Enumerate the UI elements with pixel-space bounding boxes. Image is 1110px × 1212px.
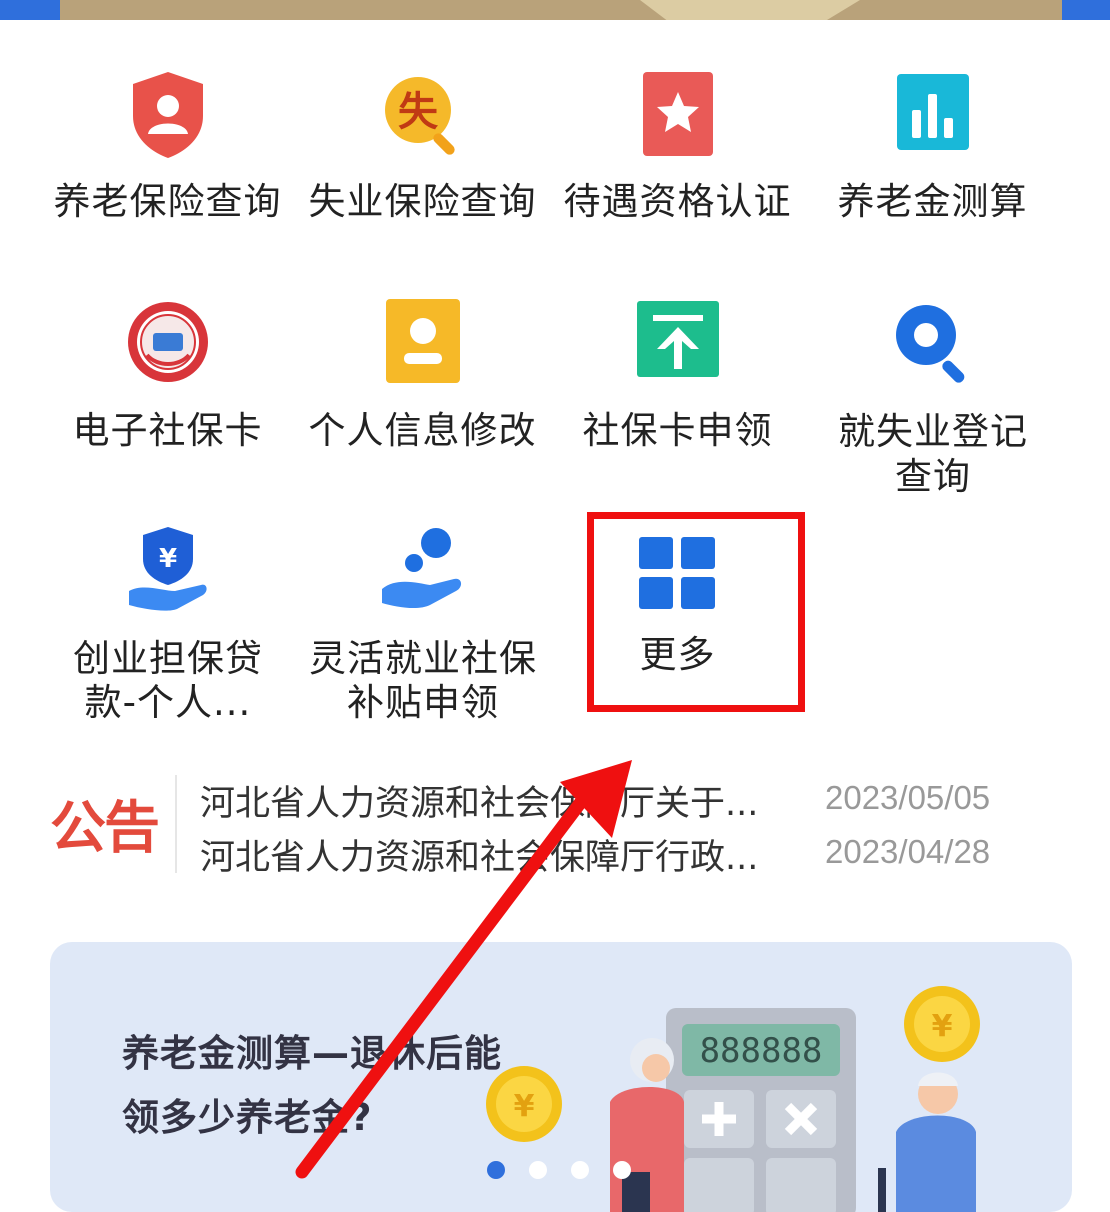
carousel-dot[interactable]	[571, 1161, 589, 1179]
notice-title: 河北省人力资源和社会保障厅行政...	[200, 838, 759, 878]
bar-chart-icon	[888, 70, 978, 160]
notice-date: 2023/04/28	[825, 833, 991, 870]
service-label: 养老金测算	[837, 180, 1028, 223]
upload-arrow-icon	[633, 297, 723, 387]
pension-shield-icon	[123, 70, 213, 160]
service-label: 就失业登记查询	[838, 410, 1028, 498]
service-label: 失业保险查询	[308, 180, 537, 223]
promo-banner[interactable]: 养老金测算—退休后能 领多少养老金? ¥ 888888 ¥	[50, 942, 1072, 1212]
service-flexible-employment-subsidy[interactable]: 灵活就业社保补贴申领	[295, 525, 550, 725]
service-label: 灵活就业社保补贴申领	[309, 637, 537, 724]
notice-tag: 公告	[50, 796, 160, 861]
star-badge-icon	[633, 70, 723, 160]
svg-text:¥: ¥	[158, 544, 176, 574]
notice-item[interactable]: 河北省人力资源和社会保障厅关于... 2023/05/05	[200, 775, 990, 826]
unemployment-search-icon: 失	[378, 70, 468, 160]
service-ss-card-apply[interactable]: 社保卡申领	[550, 297, 805, 497]
banner-title-line: 领多少养老金?	[122, 1096, 373, 1139]
svg-text:¥: ¥	[932, 1009, 953, 1044]
banner-title: 养老金测算—退休后能 领多少养老金?	[122, 1022, 502, 1150]
service-qualification-certification[interactable]: 待遇资格认证	[550, 70, 805, 230]
svg-text:888888: 888888	[700, 1031, 823, 1071]
notice-bar: 公告 河北省人力资源和社会保障厅关于... 2023/05/05 河北省人力资源…	[50, 775, 1070, 878]
notice-item[interactable]: 河北省人力资源和社会保障厅行政... 2023/04/28	[200, 829, 990, 880]
carousel-dot[interactable]	[529, 1161, 547, 1179]
top-banner-strip	[0, 0, 1110, 20]
service-pension-query[interactable]: 养老保险查询	[40, 70, 295, 230]
service-pension-calculation[interactable]: 养老金测算	[805, 70, 1060, 230]
service-label: 个人信息修改	[308, 409, 537, 452]
social-security-card-icon	[123, 297, 213, 387]
divider	[175, 775, 177, 873]
service-entrepreneurship-loan[interactable]: ¥ 创业担保贷款-个人...	[40, 525, 295, 725]
notice-title: 河北省人力资源和社会保障厅关于...	[200, 784, 759, 824]
highlight-box	[587, 512, 805, 712]
service-unemployment-query[interactable]: 失 失业保险查询	[295, 70, 550, 230]
service-label: 电子社保卡	[72, 409, 263, 452]
service-label: 创业担保贷款-个人...	[73, 637, 263, 724]
notice-date: 2023/05/05	[825, 779, 991, 816]
service-electronic-ss-card[interactable]: 电子社保卡	[40, 297, 295, 497]
carousel-dot-active[interactable]	[487, 1161, 505, 1179]
service-label: 社保卡申领	[582, 409, 773, 452]
svg-text:失: 失	[398, 89, 439, 135]
svg-text:¥: ¥	[514, 1089, 535, 1124]
yen-hand-icon: ¥	[123, 525, 213, 615]
service-label: 养老保险查询	[53, 180, 282, 223]
person-card-icon	[378, 297, 468, 387]
banner-title-line: 养老金测算—退休后能	[122, 1032, 502, 1075]
search-icon	[888, 297, 978, 387]
service-label: 待遇资格认证	[563, 180, 792, 223]
carousel-indicator	[487, 1161, 655, 1183]
carousel-dot[interactable]	[613, 1161, 631, 1179]
hand-coin-icon	[378, 525, 468, 615]
service-personal-info-edit[interactable]: 个人信息修改	[295, 297, 550, 497]
service-employment-registration-query[interactable]: 就失业登记查询	[805, 297, 1060, 498]
